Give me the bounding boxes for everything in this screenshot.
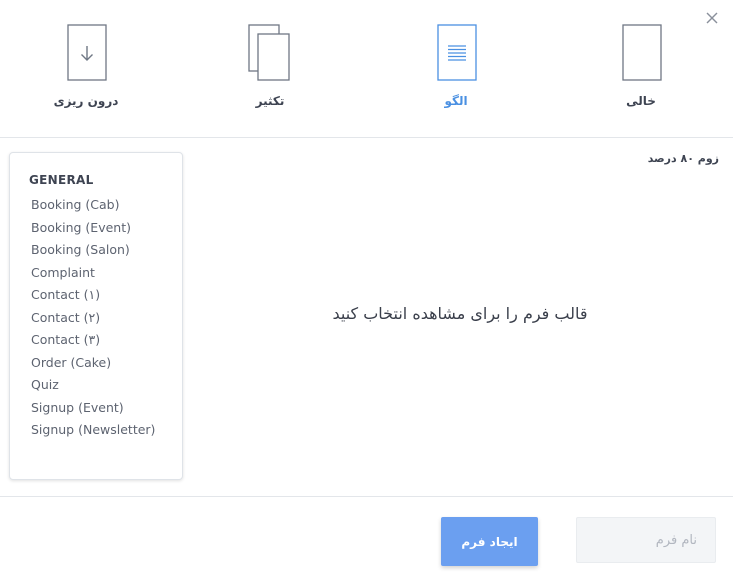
- new-form-dialog: خالی الگو تکثیر درون ریزی زوم ۸۰ درصد قا…: [0, 0, 733, 574]
- template-item-booking-salon[interactable]: Booking (Salon): [10, 239, 182, 262]
- type-option-label: الگو: [444, 94, 468, 108]
- import-download-icon: [67, 24, 107, 81]
- template-item-booking-cab[interactable]: Booking (Cab): [10, 194, 182, 217]
- type-option-label: خالی: [626, 94, 656, 108]
- form-name-input[interactable]: [576, 517, 716, 563]
- create-form-button[interactable]: ایجاد فرم: [441, 517, 538, 566]
- template-item-contact-1[interactable]: Contact (۱): [10, 284, 182, 307]
- template-list: GENERAL Booking (Cab) Booking (Event) Bo…: [9, 152, 183, 480]
- template-item-signup-event[interactable]: Signup (Event): [10, 397, 182, 420]
- preview-placeholder-message: قالب فرم را برای مشاهده انتخاب کنید: [332, 304, 588, 323]
- blank-page-icon: [622, 24, 662, 81]
- template-browser: زوم ۸۰ درصد قالب فرم را برای مشاهده انتخ…: [0, 138, 733, 496]
- template-item-signup-newsletter[interactable]: Signup (Newsletter): [10, 419, 182, 442]
- type-option-duplicate[interactable]: تکثیر: [210, 0, 330, 138]
- template-item-complaint[interactable]: Complaint: [10, 262, 182, 285]
- template-item-quiz[interactable]: Quiz: [10, 374, 182, 397]
- form-type-selector: خالی الگو تکثیر درون ریزی: [0, 0, 733, 138]
- type-option-blank[interactable]: خالی: [581, 0, 701, 138]
- zoom-level-label: زوم ۸۰ درصد: [647, 152, 719, 165]
- template-item-order-cake[interactable]: Order (Cake): [10, 352, 182, 375]
- duplicate-pages-icon: [248, 24, 290, 81]
- type-option-label: تکثیر: [255, 94, 285, 108]
- template-group-title: GENERAL: [29, 173, 94, 187]
- template-page-icon: [437, 24, 477, 81]
- template-item-booking-event[interactable]: Booking (Event): [10, 217, 182, 240]
- type-option-template[interactable]: الگو: [396, 0, 516, 138]
- template-item-contact-2[interactable]: Contact (۲): [10, 307, 182, 330]
- type-option-label: درون ریزی: [53, 94, 119, 108]
- dialog-footer: ایجاد فرم: [0, 496, 733, 574]
- type-option-import[interactable]: درون ریزی: [26, 0, 146, 138]
- template-item-contact-3[interactable]: Contact (۳): [10, 329, 182, 352]
